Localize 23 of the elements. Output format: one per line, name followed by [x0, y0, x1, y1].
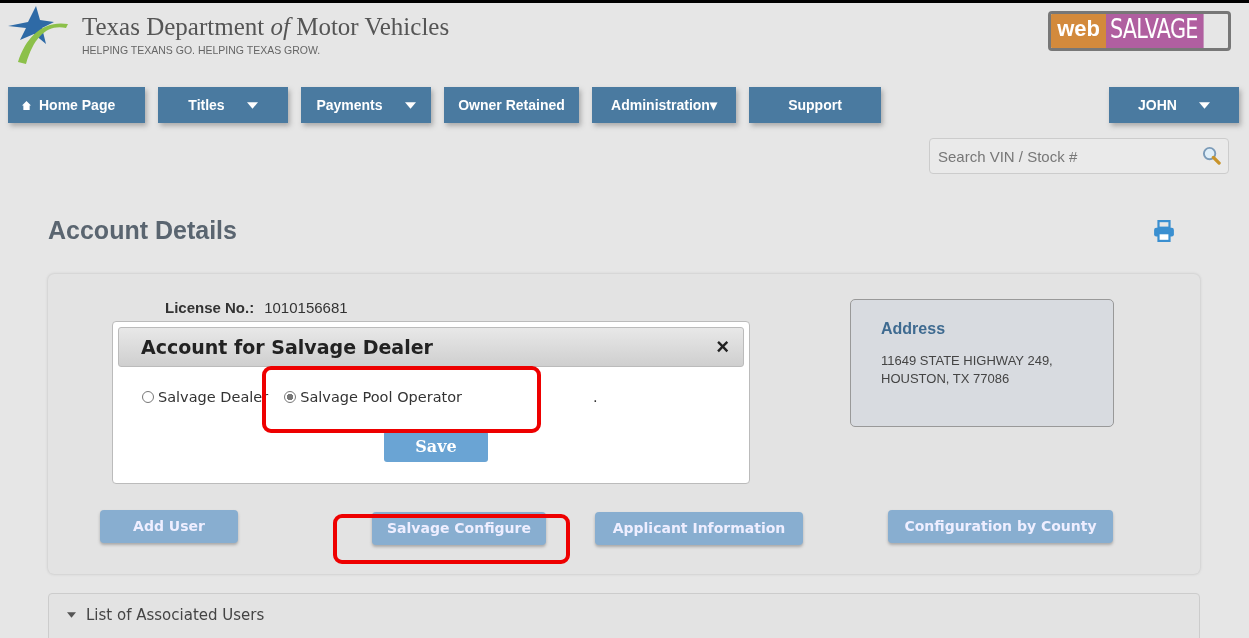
nav-menu-button[interactable]: Titles — [158, 87, 288, 123]
license-label: License No.: — [165, 299, 255, 318]
address-line: HOUSTON, TX 77086 — [881, 370, 1011, 388]
nav-menu-button[interactable]: Owner Retained — [444, 87, 579, 123]
license-number: 1010156681 — [264, 299, 348, 318]
user-menu-button[interactable]: JOHN — [1109, 87, 1239, 123]
section-toggle[interactable]: List of Associated Users — [49, 594, 265, 624]
close-button[interactable]: × — [716, 334, 729, 360]
nav-menu-button[interactable]: Support — [749, 87, 881, 123]
site-title: Texas Department of Motor Vehicles — [82, 13, 450, 41]
search-field[interactable]: Search VIN / Stock # — [929, 138, 1229, 174]
nav-menu-button[interactable]: Payments — [301, 87, 431, 123]
site-tagline: HELPING TEXANS GO. HELPING TEXAS GROW. — [82, 44, 322, 56]
address-heading: Address — [881, 320, 947, 338]
radio-option[interactable]: Salvage Pool Operator — [284, 389, 463, 405]
dialog-note: . — [593, 389, 598, 405]
save-button[interactable]: Save — [384, 431, 488, 462]
dialog-title: Account for Salvage Dealer — [141, 336, 434, 358]
websalvage-logo: web SALVAGE — [1048, 11, 1231, 51]
nav-menu-button[interactable]: Administration▾ — [592, 87, 736, 123]
address-line: 11649 STATE HIGHWAY 249, — [881, 352, 1054, 370]
page-title: Account Details — [48, 216, 238, 245]
nav-menu-button[interactable]: Home Page — [8, 87, 145, 123]
